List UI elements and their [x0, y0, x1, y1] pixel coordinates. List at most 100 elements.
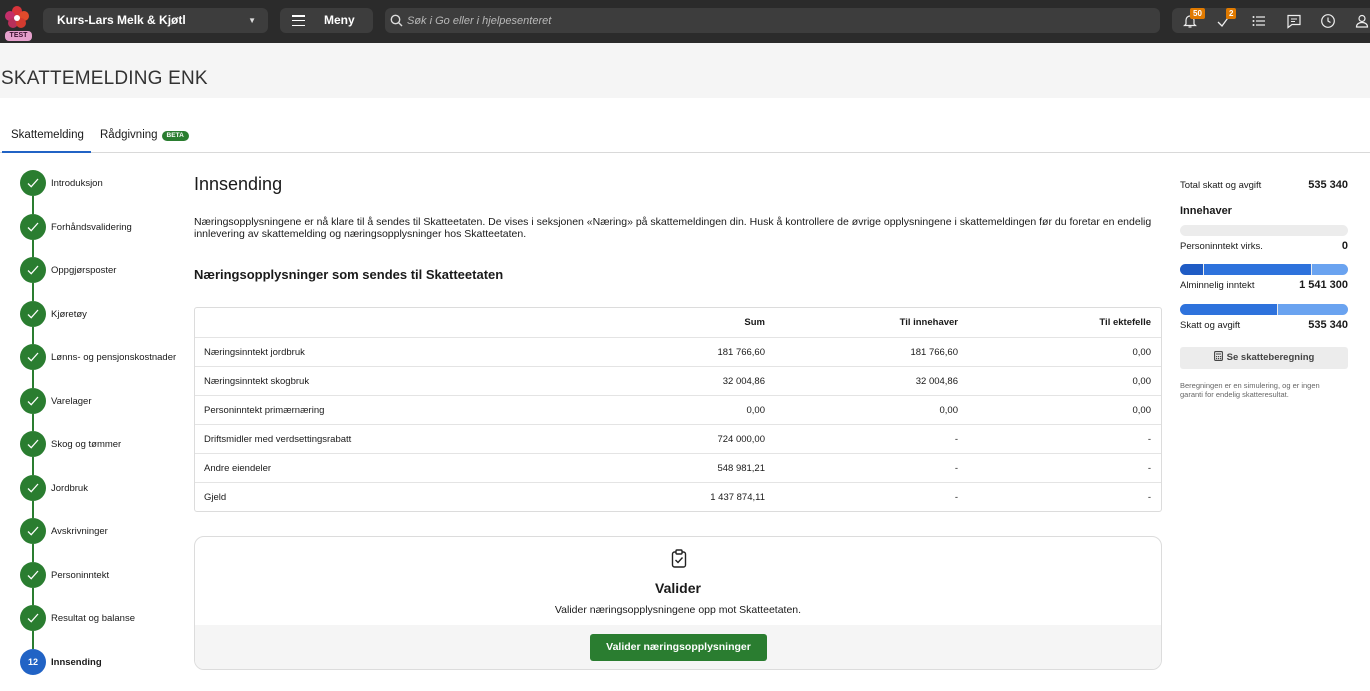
personinntekt-row: Personinntekt virks. 0: [1180, 240, 1348, 252]
cell-sum: 0,00: [746, 405, 766, 416]
cell-til-innehaver: 0,00: [939, 405, 959, 416]
menu-button[interactable]: Meny: [280, 8, 373, 33]
tasks-button[interactable]: 2: [1216, 8, 1237, 29]
naeringsopplysninger-table: Sum Til innehaver Til ektefelle Næringsi…: [194, 307, 1162, 512]
chat-icon: [1287, 14, 1301, 29]
step-kjoretoy[interactable]: Kjøretøy: [20, 301, 195, 327]
column-header-til-ektefelle: Til ektefelle: [1099, 317, 1151, 328]
cell-sum: 32 004,86: [722, 376, 765, 387]
step-connector: [32, 588, 34, 605]
step-label: Forhåndsvalidering: [51, 222, 132, 233]
section-heading: Innsending: [194, 174, 283, 194]
alminnelig-inntekt-bar: [1180, 264, 1348, 275]
tasks-badge: 2: [1226, 8, 1237, 19]
cell-sum: 181 766,60: [717, 347, 765, 358]
skatt-og-avgift-value: 535 340: [1308, 319, 1348, 331]
cell-til-innehaver: -: [954, 434, 958, 445]
step-introduksjon[interactable]: Introduksjon: [20, 170, 195, 196]
column-header-til-innehaver: Til innehaver: [899, 317, 958, 328]
search-icon: [390, 14, 403, 27]
skatt-og-avgift-bar: [1180, 304, 1348, 315]
page-header: SKATTEMELDING ENK: [0, 43, 1370, 98]
cell-til-ektefelle: 0,00: [1132, 376, 1152, 387]
personinntekt-value: 0: [1341, 240, 1348, 252]
tab-label: Rådgivning: [100, 129, 158, 141]
row-label: Næringsinntekt jordbruk: [204, 347, 305, 358]
cell-sum: 548 981,21: [717, 463, 765, 474]
messages-button[interactable]: [1286, 13, 1302, 29]
cell-til-innehaver: -: [954, 492, 958, 503]
top-bar: TEST Kurs-Lars Melk & Kjøtl ▼ Meny 50 2: [0, 0, 1370, 43]
cell-sum: 1 437 874,11: [710, 492, 765, 503]
cell-til-innehaver: 181 766,60: [910, 347, 958, 358]
table-header-row: Sum Til innehaver Til ektefelle: [195, 308, 1161, 337]
validate-footer: Valider næringsopplysninger: [195, 625, 1161, 669]
step-label: Introduksjon: [51, 178, 103, 189]
check-circle-icon: [20, 518, 46, 544]
step-varelager[interactable]: Varelager: [20, 388, 195, 414]
validate-button[interactable]: Valider næringsopplysninger: [590, 634, 767, 661]
step-label: Skog og tømmer: [51, 439, 122, 450]
step-label: Varelager: [51, 396, 92, 407]
disclaimer-note: Beregningen er en simulering, og er inge…: [1180, 381, 1320, 399]
table-row: Næringsinntekt skogbruk 32 004,86 32 004…: [195, 366, 1161, 395]
step-lonns-og-pensjonskostnader[interactable]: Lønns- og pensjonskostnader: [20, 344, 195, 370]
step-connector: [32, 457, 34, 475]
row-label: Driftsmidler med verdsettingsrabatt: [204, 434, 352, 445]
step-resultat-og-balanse[interactable]: Resultat og balanse: [20, 605, 195, 631]
step-connector: [32, 414, 34, 431]
tab-skattemelding[interactable]: Skattemelding: [2, 129, 91, 153]
check-circle-icon: [20, 562, 46, 588]
step-personinntekt[interactable]: Personinntekt: [20, 562, 195, 588]
beta-badge: BETA: [161, 131, 189, 141]
table-row: Gjeld 1 437 874,11 - -: [195, 482, 1161, 511]
check-circle-icon: [20, 301, 46, 327]
step-oppgjorsposter[interactable]: Oppgjørsposter: [20, 257, 195, 283]
total-tax-row: Total skatt og avgift 535 340: [1180, 179, 1348, 191]
step-connector: [32, 370, 34, 388]
skatt-og-avgift-label: Skatt og avgift: [1180, 320, 1241, 331]
chevron-down-icon: ▼: [248, 16, 256, 25]
step-label: Lønns- og pensjonskostnader: [51, 352, 177, 363]
company-selector[interactable]: Kurs-Lars Melk & Kjøtl ▼: [43, 8, 268, 33]
step-avskrivninger[interactable]: Avskrivninger: [20, 518, 195, 544]
notifications-button[interactable]: 50: [1182, 8, 1205, 29]
search-box[interactable]: [385, 8, 1160, 33]
row-label: Næringsinntekt skogbruk: [204, 376, 310, 387]
profile-button[interactable]: [1354, 13, 1370, 29]
check-circle-icon: [20, 388, 46, 414]
tab-radgivning[interactable]: Rådgivning BETA: [100, 129, 189, 141]
step-forhandsvalidering[interactable]: Forhåndsvalidering: [20, 214, 195, 240]
check-circle-icon: [20, 344, 46, 370]
table-row: Næringsinntekt jordbruk 181 766,60 181 7…: [195, 337, 1161, 366]
user-icon: [1355, 14, 1369, 28]
owner-heading: Innehaver: [1180, 205, 1232, 217]
step-skog-og-tommer[interactable]: Skog og tømmer: [20, 431, 195, 457]
step-connector: [32, 501, 34, 518]
search-input[interactable]: [407, 8, 1147, 33]
step-jordbruk[interactable]: Jordbruk: [20, 475, 195, 501]
hamburger-icon: [292, 15, 305, 27]
row-label: Andre eiendeler: [204, 463, 272, 474]
cell-til-ektefelle: 0,00: [1132, 347, 1152, 358]
step-label: Jordbruk: [51, 483, 88, 494]
list-button[interactable]: [1251, 13, 1267, 29]
list-icon: [1252, 16, 1265, 26]
cell-til-ektefelle: 0,00: [1132, 405, 1152, 416]
step-number: 12: [20, 649, 46, 675]
validate-card: Valider Valider næringsopplysningene opp…: [194, 536, 1162, 670]
step-connector: [32, 327, 34, 344]
validate-title: Valider: [655, 580, 701, 596]
table-row: Personinntekt primærnæring 0,00 0,00 0,0…: [195, 395, 1161, 424]
cell-til-ektefelle: -: [1147, 434, 1151, 445]
step-innsending[interactable]: 12 Innsending: [20, 649, 195, 675]
cell-til-innehaver: -: [954, 463, 958, 474]
step-connector: [32, 196, 34, 214]
step-label: Avskrivninger: [51, 526, 108, 537]
history-button[interactable]: [1320, 13, 1336, 29]
table-row: Andre eiendeler 548 981,21 - -: [195, 453, 1161, 482]
app-logo[interactable]: TEST: [2, 5, 32, 41]
row-label: Personinntekt primærnæring: [204, 405, 325, 416]
cell-til-innehaver: 32 004,86: [915, 376, 958, 387]
see-tax-calculation-button[interactable]: Se skatteberegning: [1180, 347, 1348, 369]
